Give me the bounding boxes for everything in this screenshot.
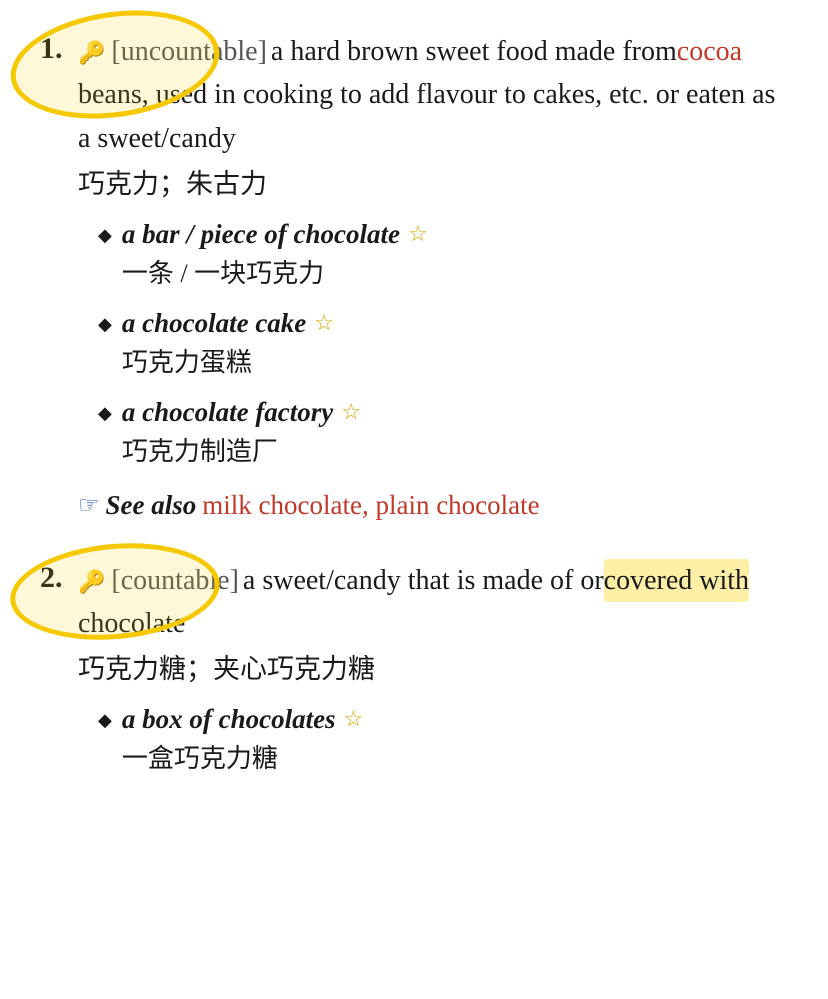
entry-1-section: 1. 🔑 [uncountable] a hard brown sweet fo… <box>40 30 788 543</box>
entry-2-number: 2. <box>40 559 78 595</box>
diamond-icon-1: ◆ <box>98 225 112 246</box>
definition-line-2: 🔑 [countable] a sweet/candy that is made… <box>78 559 788 646</box>
definition-text-1b: beans, used in cooking to add flavour to… <box>78 73 788 160</box>
entry-2-body: 🔑 [countable] a sweet/candy that is made… <box>78 559 788 793</box>
see-also-links[interactable]: milk chocolate, plain chocolate <box>202 490 539 521</box>
key-icon-2: 🔑 <box>78 565 105 599</box>
cocoa-link[interactable]: cocoa <box>677 30 742 73</box>
entry-2-row: 2. 🔑 [countable] a sweet/candy that is m… <box>40 559 788 793</box>
example-text-factory: a chocolate factory <box>122 397 333 428</box>
see-also-label: See also <box>106 490 197 521</box>
entry-2-section: 2. 🔑 [countable] a sweet/candy that is m… <box>40 559 788 793</box>
example-text-box: a box of chocolates <box>122 704 336 735</box>
entry-1-body: 🔑 [uncountable] a hard brown sweet food … <box>78 30 788 543</box>
see-also-section: ☞ See also milk chocolate, plain chocola… <box>78 490 788 521</box>
covered-with-highlight: covered with <box>604 559 749 602</box>
example-chinese-box: 一盒巧克力糖 <box>122 738 363 775</box>
see-also-icon: ☞ <box>78 491 100 520</box>
definition-text-2b: chocolate <box>78 602 185 645</box>
example-text-bar: a bar / piece of chocolate <box>122 219 400 250</box>
tag-uncountable: [uncountable] <box>111 30 267 73</box>
example-item-box: ◆ a box of chocolates ☆ 一盒巧克力糖 <box>98 704 788 775</box>
star-button-cake[interactable]: ☆ <box>314 312 334 334</box>
example-english-factory: a chocolate factory ☆ <box>122 397 361 428</box>
number-label-2: 2. <box>40 561 63 594</box>
diamond-icon-3: ◆ <box>98 403 112 424</box>
key-icon-1: 🔑 <box>78 36 105 70</box>
example-chinese-bar: 一条 / 一块巧克力 <box>122 253 428 290</box>
entry-1-number: 1. <box>40 30 78 66</box>
example-content-box: a box of chocolates ☆ 一盒巧克力糖 <box>122 704 363 775</box>
example-english-cake: a chocolate cake ☆ <box>122 308 334 339</box>
example-english-box: a box of chocolates ☆ <box>122 704 363 735</box>
example-chinese-cake: 巧克力蛋糕 <box>122 342 334 379</box>
example-item-bar: ◆ a bar / piece of chocolate ☆ 一条 / 一块巧克… <box>98 219 788 290</box>
chinese-translation-2: 巧克力糖；夹心巧克力糖 <box>78 649 788 690</box>
diamond-icon-4: ◆ <box>98 710 112 731</box>
entry-1-row: 1. 🔑 [uncountable] a hard brown sweet fo… <box>40 30 788 543</box>
definition-text-1: a hard brown sweet food made from <box>271 30 677 73</box>
example-text-cake: a chocolate cake <box>122 308 306 339</box>
definition-text-2a: a sweet/candy that is made of or <box>243 559 604 602</box>
example-content-bar: a bar / piece of chocolate ☆ 一条 / 一块巧克力 <box>122 219 428 290</box>
number-label: 1. <box>40 32 63 65</box>
star-button-factory[interactable]: ☆ <box>341 401 361 423</box>
star-button-box[interactable]: ☆ <box>344 708 364 730</box>
example-content-cake: a chocolate cake ☆ 巧克力蛋糕 <box>122 308 334 379</box>
example-item-factory: ◆ a chocolate factory ☆ 巧克力制造厂 <box>98 397 788 468</box>
diamond-icon-2: ◆ <box>98 314 112 335</box>
definition-line-1: 🔑 [uncountable] a hard brown sweet food … <box>78 30 788 160</box>
example-chinese-factory: 巧克力制造厂 <box>122 431 361 468</box>
example-item-cake: ◆ a chocolate cake ☆ 巧克力蛋糕 <box>98 308 788 379</box>
tag-countable: [countable] <box>111 559 239 602</box>
example-content-factory: a chocolate factory ☆ 巧克力制造厂 <box>122 397 361 468</box>
examples-list-2: ◆ a box of chocolates ☆ 一盒巧克力糖 <box>98 704 788 775</box>
example-english-bar: a bar / piece of chocolate ☆ <box>122 219 428 250</box>
chinese-translation-1: 巧克力；朱古力 <box>78 164 788 205</box>
star-button-bar[interactable]: ☆ <box>408 223 428 245</box>
examples-list-1: ◆ a bar / piece of chocolate ☆ 一条 / 一块巧克… <box>98 219 788 468</box>
